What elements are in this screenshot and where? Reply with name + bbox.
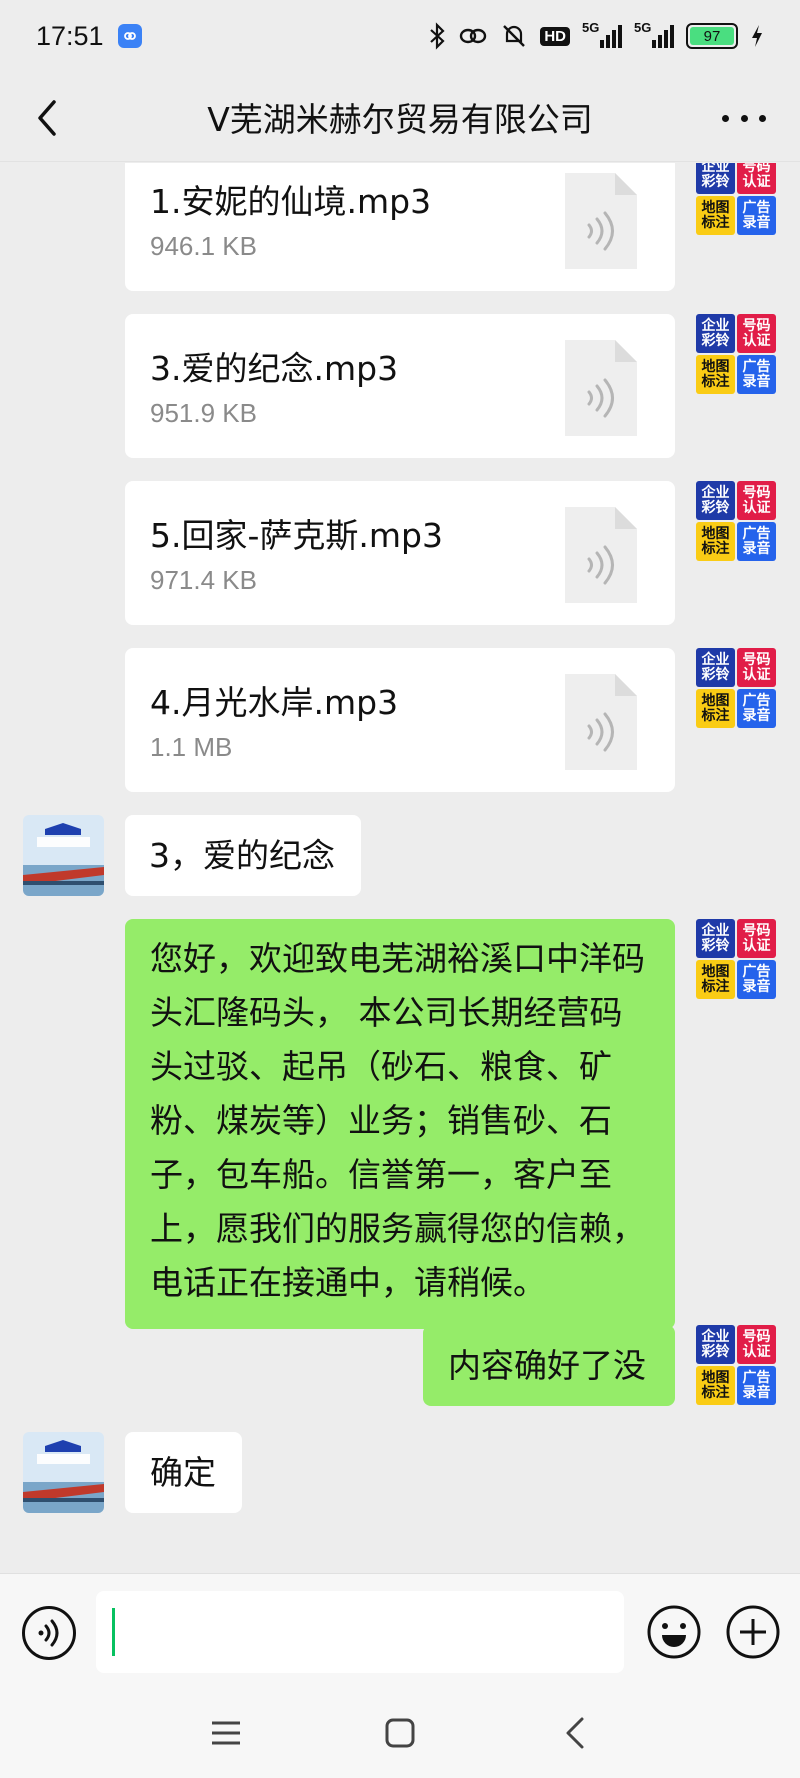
my-avatar-badge[interactable]: 企业彩铃 号码认证 地图标注 广告录音: [696, 648, 776, 728]
link-icon: [458, 23, 488, 49]
contact-avatar[interactable]: [23, 815, 104, 896]
system-nav-bar: [0, 1693, 800, 1778]
file-name: 4.月光水岸.mp3: [150, 683, 399, 722]
plus-icon[interactable]: [725, 1604, 781, 1660]
message-text: 内容确好了没: [448, 1346, 646, 1385]
my-avatar-badge[interactable]: 企业彩铃 号码认证 地图标注 广告录音: [696, 163, 776, 235]
file-message[interactable]: 5.回家-萨克斯.mp3 971.4 KB: [125, 481, 675, 625]
message-line: 您好，欢迎致电芜湖裕溪口中洋码: [150, 939, 645, 978]
my-avatar-badge[interactable]: 企业彩铃 号码认证 地图标注 广告录音: [696, 1325, 776, 1405]
back-nav-icon[interactable]: [556, 1713, 596, 1753]
text-cursor: [112, 1608, 115, 1656]
charging-icon: [750, 24, 764, 48]
file-name: 3.爱的纪念.mp3: [150, 349, 399, 388]
back-chevron-icon[interactable]: [30, 98, 66, 138]
audio-file-icon: [565, 674, 637, 770]
message-input[interactable]: [96, 1591, 624, 1673]
bluetooth-icon: [428, 22, 446, 50]
message-text: 3，爱的纪念: [149, 836, 335, 875]
harbor-image: [23, 815, 104, 896]
message-text: 确定: [150, 1453, 216, 1492]
audio-file-icon: [565, 507, 637, 603]
input-bar: [0, 1573, 800, 1693]
signal-icon-sim1: 5G: [582, 20, 622, 48]
my-avatar-badge[interactable]: 企业彩铃 号码认证 地图标注 广告录音: [696, 314, 776, 394]
message-bubble[interactable]: 确定: [125, 1432, 242, 1513]
file-size: 946.1 KB: [150, 231, 257, 261]
hd-voice-badge: HD: [540, 26, 570, 46]
my-avatar-badge[interactable]: 企业彩铃 号码认证 地图标注 广告录音: [696, 481, 776, 561]
file-size: 951.9 KB: [150, 398, 257, 428]
file-size: 971.4 KB: [150, 565, 257, 595]
file-size: 1.1 MB: [150, 732, 233, 762]
chat-header: V芜湖米赫尔贸易有限公司: [0, 72, 800, 162]
contact-avatar[interactable]: [23, 1432, 104, 1513]
menu-nav-icon[interactable]: [206, 1713, 246, 1753]
file-message[interactable]: 3.爱的纪念.mp3 951.9 KB: [125, 314, 675, 458]
message-line: 子，包车船。信誉第一，客户至: [150, 1155, 612, 1194]
signal-icon-sim2: 5G: [634, 20, 674, 48]
message-line: 粉、煤炭等）业务；销售砂、石: [150, 1101, 612, 1140]
audio-file-icon: [565, 340, 637, 436]
battery-icon: 97: [686, 23, 738, 49]
notification-app-icon: [117, 24, 142, 48]
mute-bell-icon: [500, 22, 528, 50]
my-message-bubble[interactable]: 您好，欢迎致电芜湖裕溪口中洋码 头汇隆码头， 本公司长期经营码 头过驳、起吊（砂…: [125, 919, 675, 1329]
home-nav-icon[interactable]: [380, 1713, 420, 1753]
message-line: 头汇隆码头， 本公司长期经营码: [150, 993, 623, 1032]
message-line: 电话正在接通中，请稍候。: [150, 1263, 546, 1302]
message-line: 头过驳、起吊（砂石、粮食、矿: [150, 1047, 612, 1086]
file-message[interactable]: 1.安妮的仙境.mp3 946.1 KB: [125, 163, 675, 291]
file-name: 5.回家-萨克斯.mp3: [150, 516, 443, 555]
harbor-image: [23, 1432, 104, 1513]
chat-title: V芜湖米赫尔贸易有限公司: [207, 99, 593, 139]
voice-icon[interactable]: [22, 1606, 76, 1660]
emoji-icon[interactable]: [646, 1604, 702, 1660]
my-avatar-badge[interactable]: 企业彩铃 号码认证 地图标注 广告录音: [696, 919, 776, 999]
battery-level: 97: [690, 27, 734, 45]
status-time: 17:51: [36, 20, 104, 51]
status-icons: HD 5G 5G 97: [428, 20, 764, 50]
message-list[interactable]: 1.安妮的仙境.mp3 946.1 KB 企业彩铃 号码认证 地图标注 广告录音 3…: [0, 163, 800, 1573]
message-bubble[interactable]: 3，爱的纪念: [125, 815, 361, 896]
file-message[interactable]: 4.月光水岸.mp3 1.1 MB: [125, 648, 675, 792]
message-line: 上，愿我们的服务赢得您的信赖，: [150, 1209, 645, 1248]
more-dots-icon[interactable]: [722, 108, 766, 128]
audio-file-icon: [565, 173, 637, 269]
my-message-bubble[interactable]: 内容确好了没: [423, 1325, 675, 1406]
status-bar: 17:51 HD 5G 5G 97: [0, 0, 800, 72]
file-name: 1.安妮的仙境.mp3: [150, 182, 432, 221]
